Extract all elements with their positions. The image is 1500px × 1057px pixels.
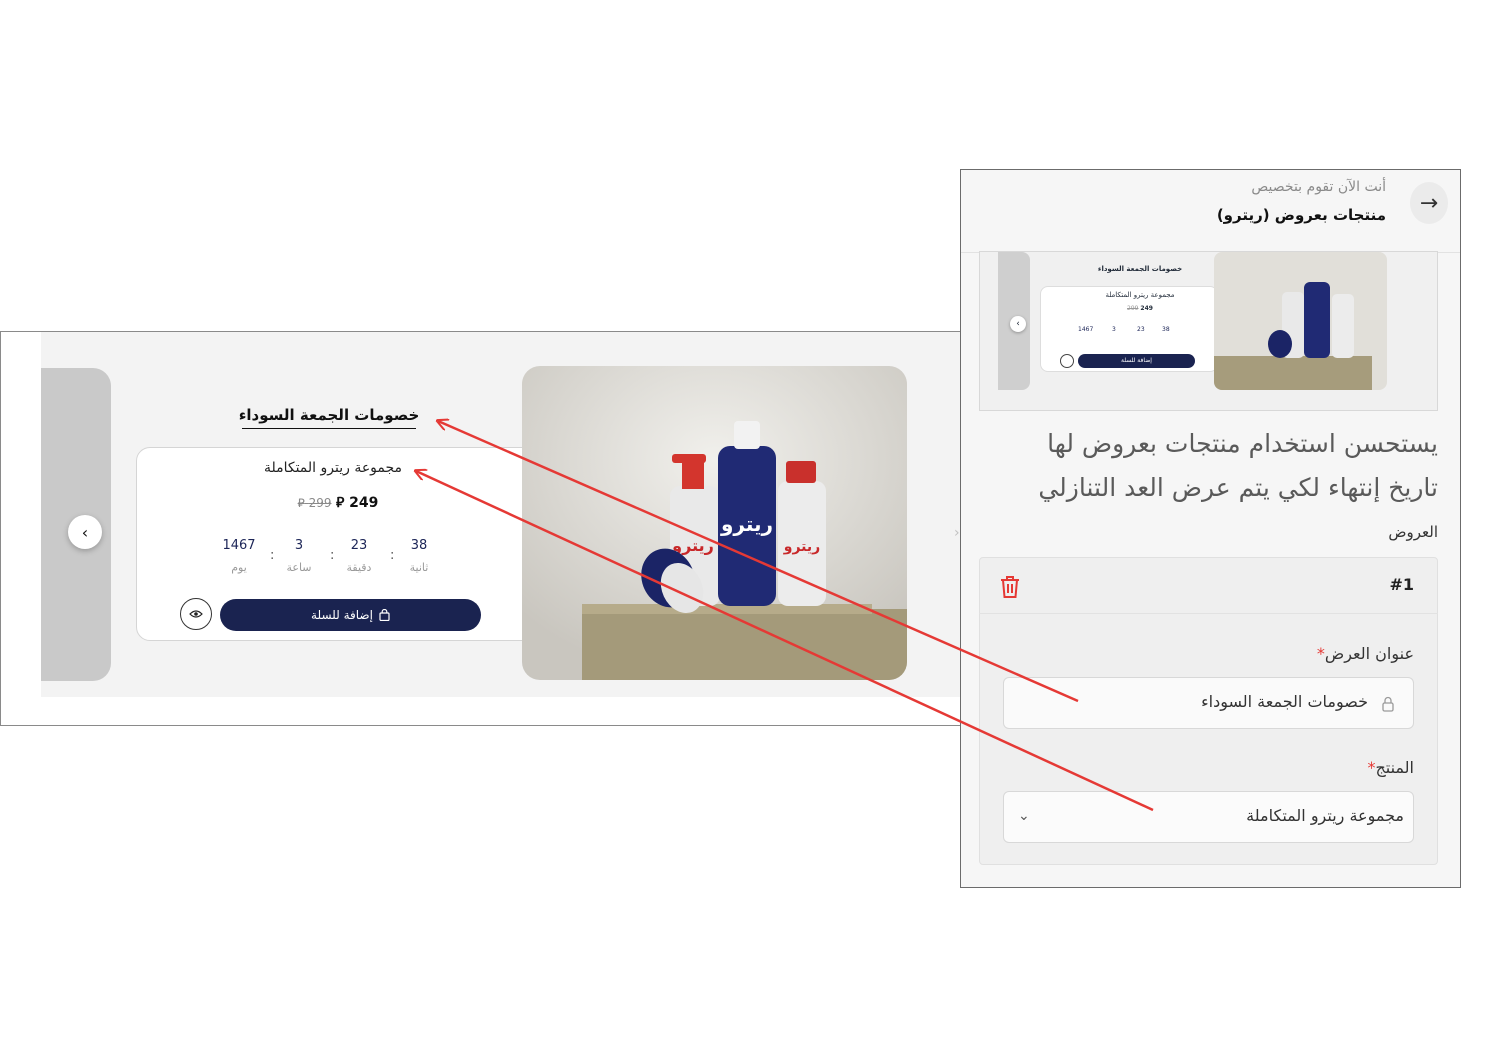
thumb-chevron-left-icon: ‹	[1010, 316, 1026, 332]
slider-prev-button[interactable]: ‹	[68, 515, 102, 549]
product-name[interactable]: مجموعة ريترو المتكاملة	[136, 460, 530, 476]
product-label: المنتج*	[1214, 758, 1414, 777]
countdown-separator: :	[270, 548, 275, 563]
price-row: 249 ⃁ 299 ⃁	[230, 493, 440, 511]
arrow-right-icon: →	[1419, 190, 1439, 216]
thumb-price-old: 299	[1127, 305, 1139, 312]
chevron-left-icon: ‹	[81, 522, 89, 542]
svg-text:ريترو: ريترو	[783, 539, 820, 555]
currency-symbol: ⃁	[297, 496, 305, 510]
countdown-separator: :	[390, 548, 395, 563]
quick-view-button[interactable]	[180, 598, 212, 630]
add-to-cart-button[interactable]: إضافة للسلة	[220, 599, 481, 631]
svg-text:ريترو: ريترو	[720, 512, 773, 536]
thumb-minutes: 23	[1137, 326, 1145, 333]
countdown-seconds-label: ثانية	[409, 561, 429, 574]
shopping-bag-icon	[379, 609, 390, 621]
currency-symbol: ⃁	[335, 495, 345, 511]
price-old-value: 299	[308, 496, 332, 510]
thumb-price-new: 249	[1140, 305, 1153, 312]
header-title: منتجات بعروض (ريترو)	[1216, 206, 1386, 224]
thumb-offer-title: خصومات الجمعة السوداء	[1097, 265, 1183, 273]
add-to-cart-label: إضافة للسلة	[311, 608, 373, 622]
thumb-product-name: مجموعة ريترو المتكاملة	[1105, 291, 1175, 299]
countdown-days: 1467	[222, 538, 256, 553]
countdown-hours: 3	[294, 538, 304, 553]
thumb-seconds: 38	[1162, 326, 1170, 333]
product-photo: ريترو ريترو ريترو	[522, 366, 907, 680]
offer-number: #1	[1389, 575, 1414, 594]
offer-title-underline	[242, 428, 416, 429]
price-old: 299 ⃁	[298, 496, 332, 510]
header-subtitle: أنت الآن تقوم بتخصيص	[1251, 179, 1386, 195]
countdown-separator: :	[330, 548, 335, 563]
countdown-hours-label: ساعة	[286, 561, 312, 574]
countdown-minutes-label: دقيقة	[346, 561, 372, 574]
offer-title: خصومات الجمعة السوداء	[238, 406, 420, 424]
product-image: ريترو ريترو ريترو	[522, 366, 907, 680]
price-new: 249 ⃁	[336, 495, 378, 511]
countdown-seconds: 38	[410, 538, 428, 553]
hint-text: يستحسن استخدام منتجات بعروض لها تاريخ إن…	[1038, 429, 1438, 502]
offer-title-value: خصومات الجمعة السوداء	[1201, 692, 1368, 711]
lock-icon	[1382, 696, 1394, 712]
product-select-value: مجموعة ريترو المتكاملة	[1246, 806, 1404, 825]
chevron-down-icon[interactable]: ⌄	[1018, 808, 1030, 824]
required-mark: *	[1316, 644, 1325, 663]
offers-label: العروض	[1388, 523, 1438, 541]
thumb-hours: 3	[1112, 326, 1116, 333]
product-label-text: المنتج	[1375, 758, 1414, 777]
thumb-eye-icon	[1060, 354, 1074, 368]
thumb-product-photo	[1214, 252, 1387, 390]
price-new-value: 249	[349, 495, 379, 511]
eye-icon	[189, 610, 203, 618]
trash-icon[interactable]	[998, 574, 1022, 600]
thumb-product-image	[1214, 252, 1387, 390]
offer-title-label-text: عنوان العرض	[1324, 644, 1414, 663]
thumb-price: 249 299	[1060, 305, 1220, 312]
thumb-days: 1467	[1078, 326, 1094, 333]
section-thumbnail: ‹ خصومات الجمعة السوداء مجموعة ريترو الم…	[979, 251, 1438, 411]
chevron-right-icon[interactable]: ›	[954, 525, 960, 541]
thumb-add-to-cart: إضافة للسلة	[1078, 354, 1195, 368]
offer-title-label: عنوان العرض*	[1214, 644, 1414, 663]
countdown-minutes: 23	[350, 538, 368, 553]
countdown-days-label: يوم	[231, 561, 247, 574]
back-button[interactable]: →	[1410, 182, 1448, 224]
